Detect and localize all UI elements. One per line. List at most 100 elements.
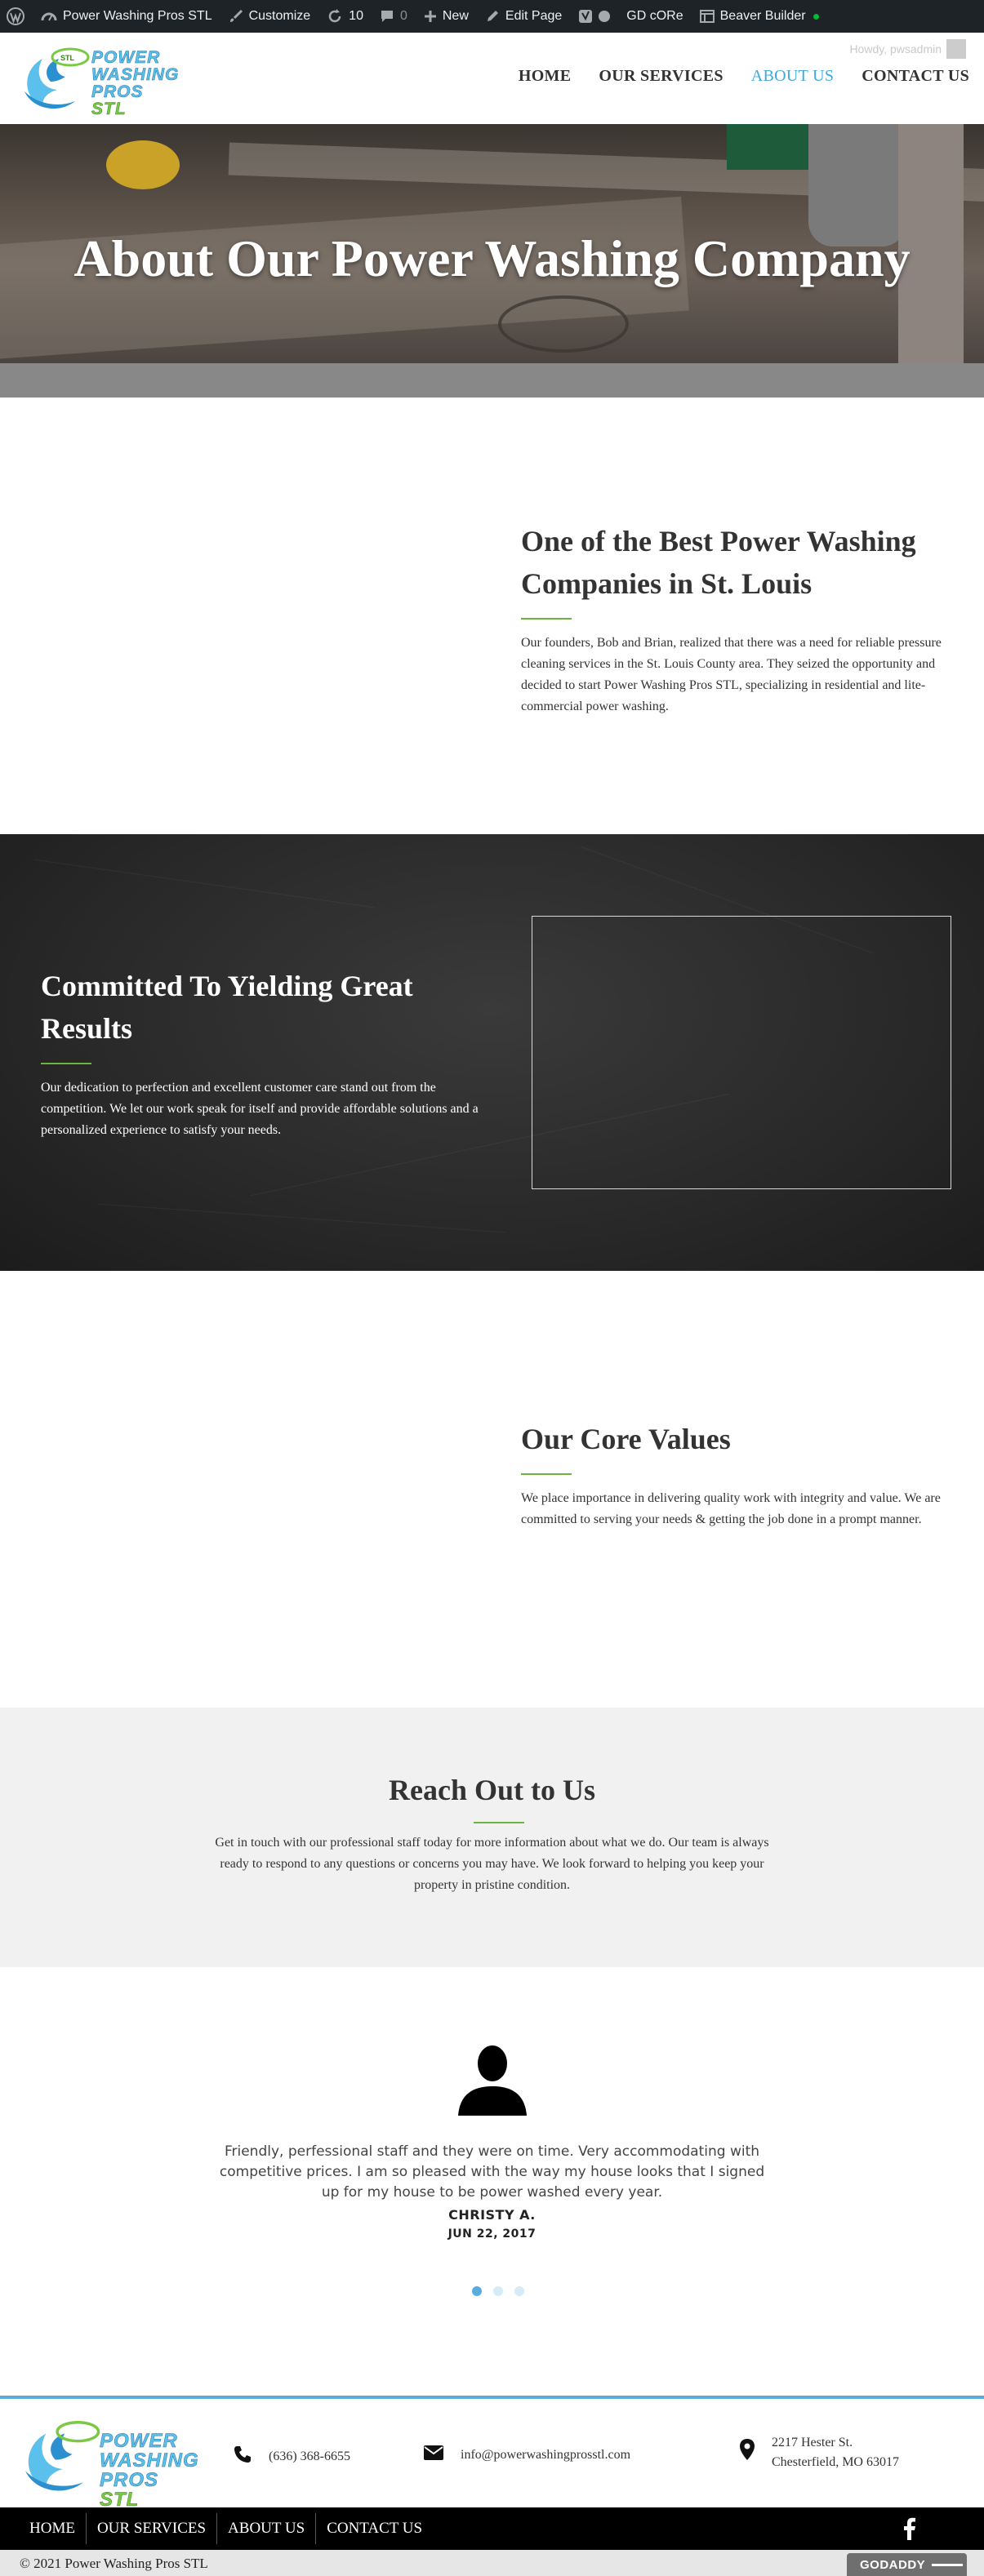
customize-link[interactable]: Customize [220, 0, 319, 33]
new-label: New [442, 9, 469, 23]
testimonial-quote: Friendly, perfessional staff and they we… [219, 2143, 765, 2201]
logo-tag: STL [60, 54, 75, 62]
slider-dot-2[interactable] [493, 2286, 503, 2296]
site-logo[interactable]: STL POWER WASHING PROS STL [18, 41, 198, 118]
updates-link[interactable]: 10 [318, 0, 372, 33]
logo-line-4: STL [91, 100, 127, 118]
howdy-label: Howdy, pwsadmin [849, 42, 942, 56]
logo-line-3: PROS [91, 82, 144, 101]
water-splash-icon: STL [24, 47, 90, 109]
values-body: We place importance in delivering qualit… [521, 1491, 941, 1526]
hero-photo-bench [727, 124, 817, 170]
values-content: Our Core Values We place importance in d… [521, 1418, 966, 1530]
footer-email[interactable]: info@powerwashingprosstl.com [423, 2445, 630, 2465]
values-heading: Our Core Values [521, 1423, 731, 1455]
builder-status-dot [813, 13, 819, 20]
gd-core-menu[interactable]: GD cORe [618, 0, 691, 33]
nav-our-services[interactable]: OUR SERVICES [599, 67, 723, 86]
slider-dot-3[interactable] [514, 2286, 524, 2296]
footer-logo[interactable]: POWER WASHING PROS STL [18, 2412, 230, 2510]
wp-logo-menu[interactable] [0, 0, 33, 33]
avatar [946, 39, 966, 59]
brush-icon [229, 9, 243, 24]
copyright-bar: © 2021 Power Washing Pros STL GODADDY [0, 2550, 984, 2576]
footer-nav-home[interactable]: HOME [18, 2513, 86, 2544]
values-accent-line [521, 1473, 572, 1475]
footer-address: 2217 Hester St. Chesterfield, MO 63017 [739, 2433, 899, 2472]
footer-logo-line-1: POWER [100, 2430, 178, 2452]
comments-link[interactable]: 0 [372, 0, 416, 33]
edit-page-label: Edit Page [505, 9, 563, 23]
reach-accent-line [474, 1822, 524, 1823]
reach-heading: Reach Out to Us [389, 1774, 595, 1806]
edit-page-link[interactable]: Edit Page [477, 0, 570, 33]
updates-count: 10 [349, 9, 363, 23]
footer-address-line-2: Chesterfield, MO 63017 [772, 2455, 899, 2469]
footer-nav-links: HOME OUR SERVICES ABOUT US CONTACT US [18, 2507, 433, 2550]
best-content: One of the Best Power Washing Companies … [521, 520, 966, 717]
godaddy-badge-line [932, 2563, 964, 2566]
footer-nav-our-services[interactable]: OUR SERVICES [85, 2513, 216, 2544]
site-header: STL POWER WASHING PROS STL Howdy, pwsadm… [0, 33, 984, 124]
footer-address-line-1: 2217 Hester St. [772, 2436, 853, 2449]
logo-line-2: WASHING [91, 65, 180, 84]
footer-logo-line-3: PROS [100, 2469, 159, 2491]
water-splash-icon [25, 2421, 100, 2491]
best-accent-line [521, 618, 572, 620]
map-pin-icon [739, 2438, 755, 2467]
footer-nav-contact-us[interactable]: CONTACT US [315, 2513, 433, 2544]
hero-photo-surface-cleaner [106, 140, 180, 189]
committed-accent-line [41, 1063, 91, 1064]
admin-bar: Power Washing Pros STL Customize 10 0 Ne… [0, 0, 984, 33]
footer-address-text: 2217 Hester St. Chesterfield, MO 63017 [772, 2433, 899, 2472]
footer-nav: HOME OUR SERVICES ABOUT US CONTACT US [0, 2507, 984, 2550]
plus-icon [424, 10, 437, 23]
committed-image-frame [532, 916, 951, 1189]
beaver-builder-icon [699, 10, 715, 23]
logo-line-1: POWER [91, 48, 161, 67]
hero-divider-bar [0, 363, 984, 398]
beaver-builder-menu[interactable]: Beaver Builder [692, 0, 827, 33]
section-committed: Committed To Yielding Great Results Our … [0, 834, 984, 1271]
texture-scratch [33, 859, 375, 908]
gd-core-label: GD cORe [626, 9, 683, 23]
comment-icon [380, 9, 394, 24]
yoast-icon [578, 8, 593, 24]
godaddy-badge[interactable]: GODADDY [847, 2553, 967, 2576]
phone-icon [233, 2445, 252, 2468]
copyright-text: © 2021 Power Washing Pros STL [20, 2556, 208, 2571]
footer-nav-about-us[interactable]: ABOUT US [216, 2513, 315, 2544]
footer-logo-wordmark: POWER WASHING PROS STL [100, 2430, 199, 2510]
yoast-menu[interactable] [570, 0, 618, 33]
new-content-menu[interactable]: New [416, 0, 477, 33]
howdy-account[interactable]: Howdy, pwsadmin [849, 39, 966, 59]
section-best-companies: One of the Best Power Washing Companies … [0, 398, 984, 834]
seo-status-dot [599, 11, 611, 22]
reach-body: Get in touch with our professional staff… [215, 1836, 769, 1892]
facebook-icon[interactable] [898, 2517, 921, 2540]
slider-dot-1[interactable] [472, 2286, 482, 2296]
footer-email-address: info@powerwashingprosstl.com [461, 2447, 631, 2462]
updates-icon [327, 8, 343, 24]
comments-count: 0 [399, 9, 407, 23]
nav-about-us[interactable]: ABOUT US [751, 67, 835, 86]
customize-label: Customize [248, 9, 311, 23]
pencil-icon [485, 9, 500, 24]
hero-banner: About Our Power Washing Company [0, 124, 984, 363]
section-core-values: Our Core Values We place importance in d… [0, 1271, 984, 1708]
footer-phone[interactable]: (636) 368-6655 [233, 2445, 350, 2468]
slider-pagination [472, 2286, 524, 2296]
testimonial-slider: Friendly, perfessional staff and they we… [0, 1967, 984, 2396]
nav-home[interactable]: HOME [519, 67, 572, 86]
committed-body: Our dedication to perfection and excelle… [41, 1081, 479, 1137]
best-body: Our founders, Bob and Brian, realized th… [521, 636, 942, 713]
logo-wordmark: POWER WASHING PROS STL [91, 49, 179, 118]
hero-photo-manhole [498, 295, 629, 353]
testimonial-author: CHRISTY A. [448, 2207, 536, 2223]
site-name-menu[interactable]: Power Washing Pros STL [33, 0, 220, 33]
nav-contact-us[interactable]: CONTACT US [862, 67, 969, 86]
site-name-label: Power Washing Pros STL [63, 9, 212, 23]
best-heading: One of the Best Power Washing Companies … [521, 525, 916, 600]
mail-icon [423, 2445, 444, 2465]
beaver-builder-label: Beaver Builder [719, 9, 806, 23]
